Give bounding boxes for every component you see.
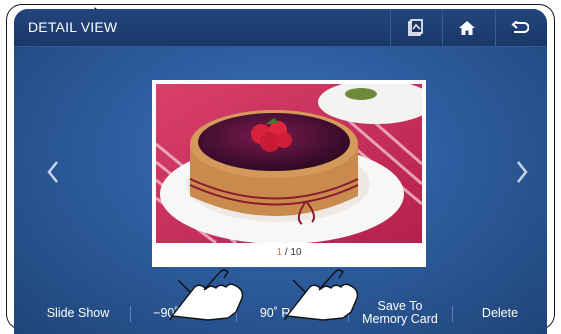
chevron-left-icon bbox=[47, 161, 58, 183]
image-counter: 1 / 10 bbox=[152, 247, 426, 258]
slideshow-button[interactable]: Slide Show bbox=[34, 292, 122, 334]
gallery-icon bbox=[408, 18, 423, 36]
total-image-count: / 10 bbox=[282, 247, 302, 258]
toolbar-divider bbox=[236, 306, 237, 322]
home-icon bbox=[459, 20, 475, 35]
detail-view-screen: DETAIL VIEW 1 / 10 Slide Show −90˚ Rotat… bbox=[14, 9, 547, 334]
cake-photo[interactable] bbox=[156, 84, 422, 243]
toolbar-divider bbox=[452, 306, 453, 322]
previous-image-button[interactable] bbox=[40, 153, 66, 191]
toolbar-divider bbox=[130, 306, 131, 322]
next-image-button[interactable] bbox=[509, 153, 535, 191]
rotate-left-button[interactable]: −90˚ Rotate bbox=[138, 292, 234, 334]
delete-button[interactable]: Delete bbox=[460, 292, 540, 334]
rotate-right-button[interactable]: 90˚ Rotate bbox=[242, 292, 336, 334]
page-title: DETAIL VIEW bbox=[28, 19, 118, 35]
chevron-right-icon bbox=[517, 161, 528, 183]
back-icon bbox=[511, 20, 529, 33]
back-button[interactable] bbox=[495, 9, 544, 46]
save-to-memory-card-button[interactable]: Save To Memory Card bbox=[350, 292, 450, 334]
home-button[interactable] bbox=[442, 9, 491, 46]
toolbar-divider bbox=[348, 306, 349, 322]
photo-frame: 1 / 10 bbox=[152, 80, 426, 267]
gallery-button[interactable] bbox=[390, 9, 439, 46]
header-bar: DETAIL VIEW bbox=[14, 9, 547, 47]
bottom-toolbar: Slide Show −90˚ Rotate 90˚ Rotate Save T… bbox=[14, 292, 547, 334]
